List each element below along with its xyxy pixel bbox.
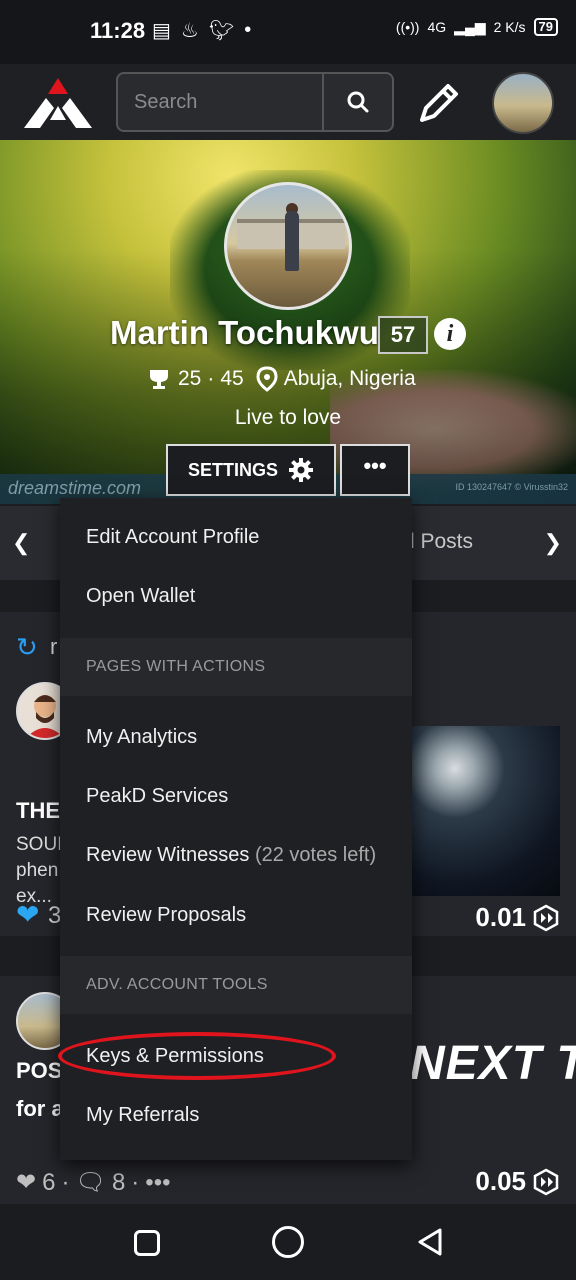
post-footer: ❤ 6 · 🗨︎ 8 · ••• [16,1168,171,1197]
user-avatar[interactable] [492,72,554,134]
hive-icon [533,904,559,931]
followers-count[interactable]: 25 [178,367,201,391]
comment-icon[interactable]: 🗨︎ [75,1168,105,1197]
profile-name: Martin Tochukwu [110,314,379,351]
post-snippet-line: SOUI [16,834,63,855]
search-input[interactable] [118,74,324,130]
menu-item-peakd-services[interactable]: PeakD Services [60,767,412,825]
menu-section-adv-account-tools: ADV. ACCOUNT TOOLS [60,956,412,1014]
top-nav [0,64,576,140]
search-icon [347,91,369,113]
chevron-right-icon[interactable]: ❯ [544,530,562,556]
post-snippet-line: phen [16,860,59,881]
flame-icon: ♨ [180,20,199,42]
peakd-logo-icon[interactable] [24,76,92,128]
menu-item-review-witnesses[interactable]: Review Witnesses (22 votes left) [60,826,412,884]
heart-icon[interactable]: ❤ [16,898,39,931]
comment-count: 8 [111,1168,126,1196]
watermark-text: dreamstime.com [8,478,142,498]
twitter-icon: 🐦︎ [208,20,235,42]
post-payout[interactable]: 0.05 [475,1166,560,1197]
menu-item-edit-profile[interactable]: Edit Account Profile [60,508,412,566]
location-pin-icon [256,366,278,392]
stats-separator: · [207,367,215,390]
heart-icon[interactable]: ❤ [16,1168,36,1197]
vote-count: 6 [42,1168,56,1196]
more-icon[interactable]: ••• [145,1169,170,1197]
pencil-icon[interactable] [414,78,464,128]
following-count[interactable]: 45 [220,367,243,391]
settings-label: SETTINGS [187,459,278,480]
menu-item-open-wallet[interactable]: Open Wallet [60,567,412,625]
profile-cover: dreamstime.com ID 130247647 © Virusstin3… [0,140,576,504]
menu-item-review-proposals[interactable]: Review Proposals [60,886,412,944]
profile-photo[interactable] [224,182,352,310]
chevron-left-icon[interactable]: ❮ [12,530,30,556]
payout-value: 0.05 [475,1166,526,1196]
settings-button[interactable]: SETTINGS [166,444,336,496]
post-title[interactable]: POS [16,1058,62,1084]
menu-item-my-referrals[interactable]: My Referrals [60,1086,412,1144]
status-bar: 11:28 ▤ ♨ 🐦︎ • ((•)) 4G ▂▄▆ 2 K/s 79 [0,0,576,64]
highlight-oval [58,1032,336,1080]
speed-label: 2 K/s [493,19,526,35]
post-payout[interactable]: 0.01 [475,902,560,933]
status-system-icons: ((•)) 4G ▂▄▆ 2 K/s 79 [396,18,558,36]
recent-apps-icon[interactable] [134,1230,160,1256]
reputation-badge: 57 [378,316,428,354]
menu-section-pages-with-actions: PAGES WITH ACTIONS [60,638,412,696]
back-icon[interactable] [414,1226,446,1258]
reblog-icon: ↻ [16,632,38,662]
followers-icon[interactable] [146,368,172,390]
app-screen: 11:28 ▤ ♨ 🐦︎ • ((•)) 4G ▂▄▆ 2 K/s 79 Sea… [0,0,576,1280]
watermark-id: ID 130247647 © Virusstin32 [455,482,568,492]
more-options-button[interactable]: ••• [340,444,410,496]
menu-item-label: Review Witnesses [86,844,250,866]
message-icon: ▤ [152,20,171,42]
info-icon[interactable]: i [434,318,466,350]
status-notification-icons: ▤ ♨ 🐦︎ • [152,18,251,43]
home-icon[interactable] [272,1226,304,1258]
tab-posts[interactable]: l Posts [410,530,473,554]
post-title-line[interactable]: for a [16,1096,64,1122]
profile-tagline: Live to love [234,406,342,429]
search-button[interactable] [322,74,392,130]
payout-value: 0.01 [475,902,526,932]
post-title[interactable]: THE [16,798,60,824]
battery-icon: 79 [533,18,558,36]
signal-icon: ▂▄▆ [454,18,486,35]
network-label: 4G [427,19,447,35]
menu-item-my-analytics[interactable]: My Analytics [60,708,412,766]
status-time: 11:28 [90,18,146,43]
hive-icon [533,1168,559,1195]
profile-location: Abuja, Nigeria [283,367,416,390]
system-nav-bar [0,1204,576,1280]
post-thumbnail-text: NEXT T [410,1037,576,1090]
search-box [116,72,394,132]
dot-icon: • [244,19,252,41]
gear-icon [289,458,313,482]
profile-stats: 25 · 45 Abuja, Nigeria [146,366,416,392]
reblog-label: r [50,634,58,659]
post-thumbnail[interactable] [410,726,560,896]
votes-left-label: (22 votes left) [254,844,377,866]
hotspot-icon: ((•)) [395,19,420,35]
